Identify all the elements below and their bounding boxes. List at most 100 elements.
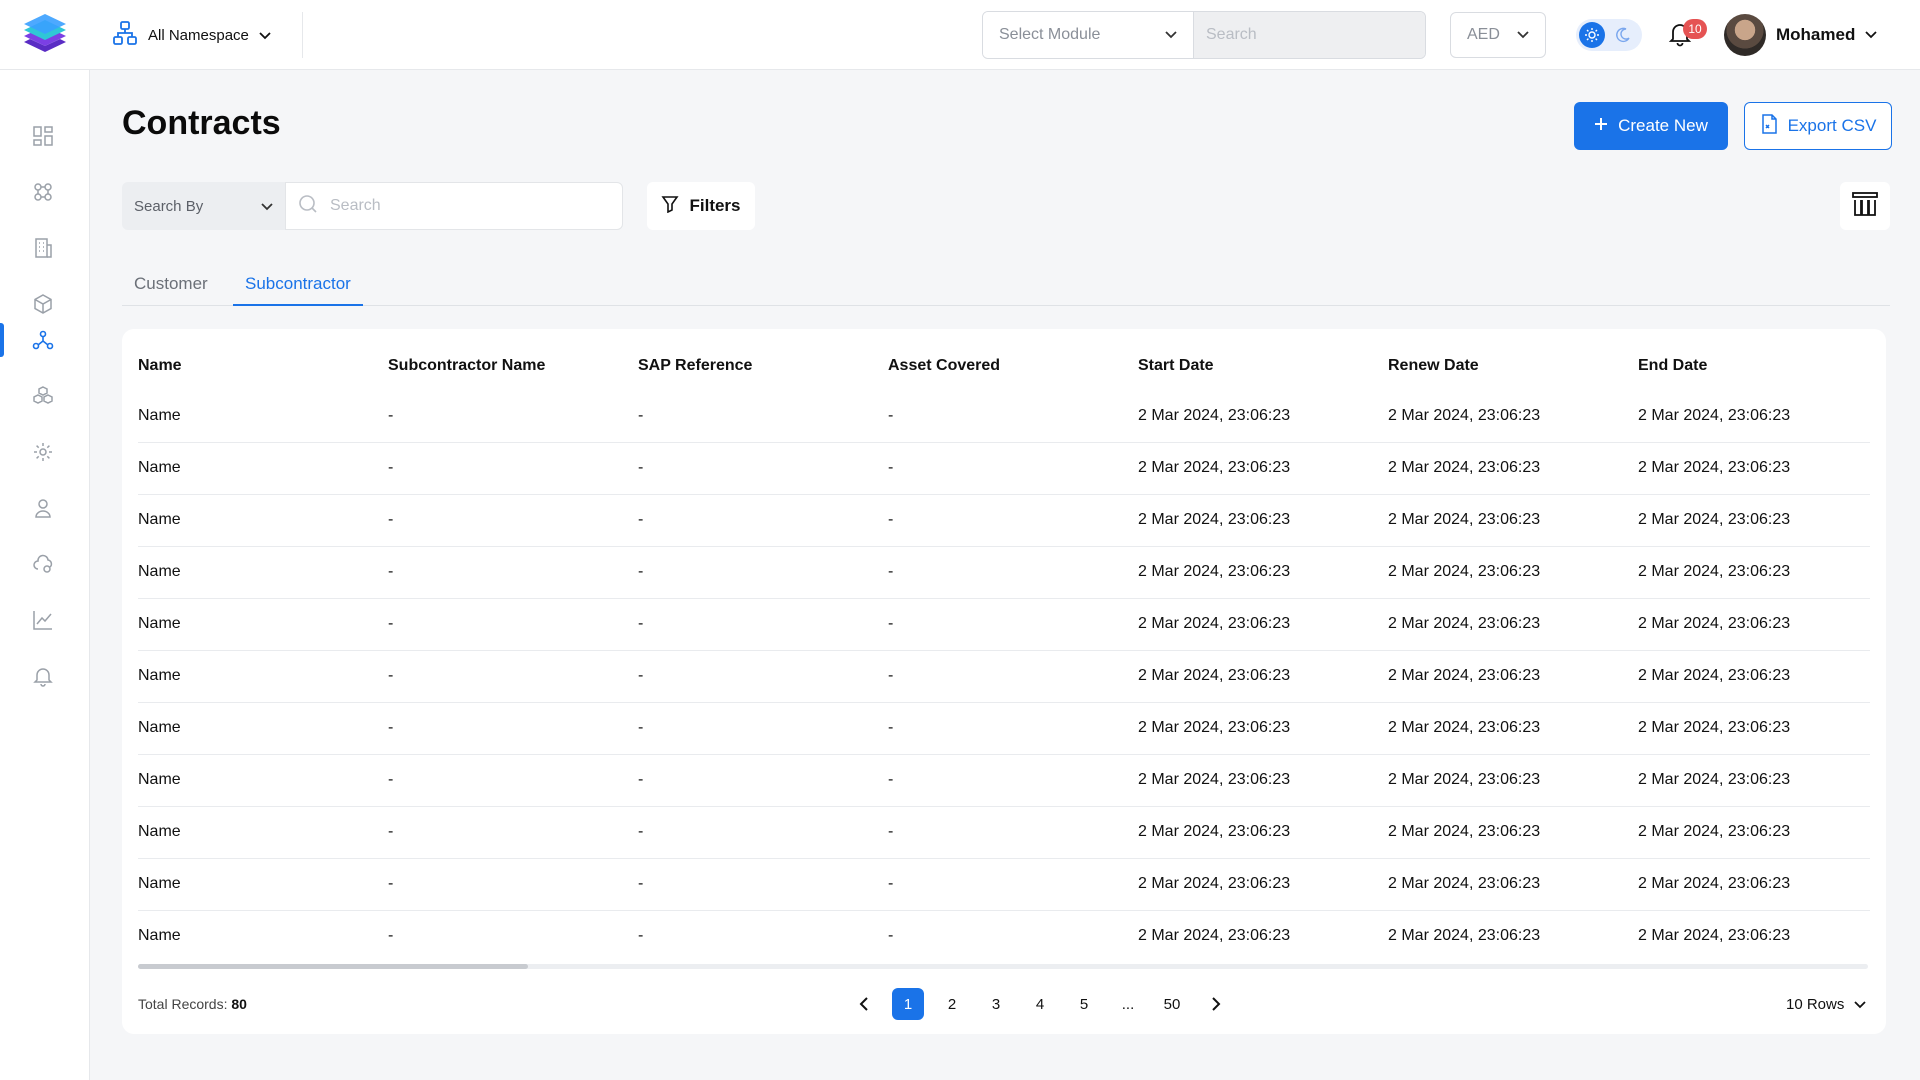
table-row[interactable]: Name - - - 2 Mar 2024, 23:06:23 2 Mar 2024, 2… [138,703,1870,755]
total-records-value: 80 [231,996,247,1012]
table-row[interactable]: Name - - - 2 Mar 2024, 23:06:23 2 Mar 2024, 2… [138,599,1870,651]
column-header-subcontractor-name[interactable]: Subcontractor Name [388,357,545,375]
cell-sap-reference: - [638,667,644,684]
column-settings-button[interactable] [1840,182,1890,230]
cell-subcontractor-name: - [388,771,394,788]
sidebar-item-contracts[interactable] [25,322,61,358]
search-input[interactable] [330,197,610,215]
cell-sap-reference: - [638,719,644,736]
sidebar-item-assets[interactable] [25,286,61,322]
sidebar-item-settings[interactable] [25,434,61,470]
cell-start-date: 2 Mar 2024, 23:06:23 [1138,875,1291,892]
building-icon [35,238,52,258]
cell-renew-date: 2 Mar 2024, 23:06:23 [1388,823,1541,840]
app-logo[interactable] [20,14,70,56]
chart-icon [33,611,52,630]
sidebar-item-buildings[interactable] [25,230,61,266]
cell-subcontractor-name: - [388,407,394,424]
columns-icon [1851,191,1879,222]
namespace-label: All Namespace [148,26,249,44]
sidebar-item-users[interactable] [25,490,61,526]
column-header-name[interactable]: Name [138,357,182,375]
currency-label: AED [1467,26,1500,43]
cell-renew-date: 2 Mar 2024, 23:06:23 [1388,563,1541,580]
sidebar-item-cloud[interactable] [25,546,61,582]
cell-start-date: 2 Mar 2024, 23:06:23 [1138,407,1291,424]
cell-start-date: 2 Mar 2024, 23:06:23 [1138,563,1291,580]
sidebar [0,70,90,1080]
pagination: 1 2 3 4 5... 50 [848,988,1232,1020]
cell-sap-reference: - [638,823,644,840]
avatar [1724,14,1766,56]
scrollbar-thumb[interactable] [138,964,528,969]
theme-toggle[interactable] [1576,19,1642,51]
cell-subcontractor-name: - [388,615,394,632]
sidebar-item-notifications[interactable] [25,658,61,694]
page-button[interactable]: 2 [936,988,968,1020]
cell-subcontractor-name: - [388,667,394,684]
chevron-down-icon [1165,26,1177,44]
horizontal-scrollbar[interactable] [138,964,1868,969]
dashboard-icon [33,126,53,146]
cell-start-date: 2 Mar 2024, 23:06:23 [1138,927,1291,944]
column-header-asset-covered[interactable]: Asset Covered [888,357,1000,375]
column-header-end-date[interactable]: End Date [1638,357,1707,375]
page-button[interactable]: 5 [1068,988,1100,1020]
cell-renew-date: 2 Mar 2024, 23:06:23 [1388,927,1541,944]
page-button[interactable]: 50 [1156,988,1188,1020]
cell-name: Name [138,719,181,736]
table-row[interactable]: Name - - - 2 Mar 2024, 23:06:23 2 Mar 2024, 2… [138,807,1870,859]
column-header-sap-reference[interactable]: SAP Reference [638,357,752,375]
cell-asset-covered: - [888,719,894,736]
cell-name: Name [138,875,181,892]
table-row[interactable]: Name - - - 2 Mar 2024, 23:06:23 2 Mar 2024, 2… [138,755,1870,807]
table-row[interactable]: Name - - - 2 Mar 2024, 23:06:23 2 Mar 2024, 2… [138,651,1870,703]
sidebar-item-dashboard[interactable] [25,118,61,154]
total-records: Total Records: 80 [138,996,247,1012]
contracts-table-card: Name Subcontractor Name SAP Reference As… [122,329,1886,1034]
page-button[interactable]: 1 [892,988,924,1020]
table-row[interactable]: Name - - - 2 Mar 2024, 23:06:23 2 Mar 2024, 2… [138,547,1870,599]
chevron-left-icon [859,997,868,1011]
namespace-selector[interactable]: All Namespace [112,20,271,50]
table-row[interactable]: Name - - - 2 Mar 2024, 23:06:23 2 Mar 2024, 2… [138,859,1870,911]
cell-end-date: 2 Mar 2024, 23:06:23 [1638,459,1791,476]
namespace-icon [112,20,138,50]
plus-icon [1594,116,1608,136]
table-row[interactable]: Name - - - 2 Mar 2024, 23:06:23 2 Mar 2024, 2… [138,391,1870,443]
sidebar-item-inventory[interactable] [25,378,61,414]
sidebar-item-modules[interactable] [25,174,61,210]
chevron-down-icon [259,27,271,44]
contract-tabs: Customer Subcontractor [122,266,1890,306]
cell-end-date: 2 Mar 2024, 23:06:23 [1638,615,1791,632]
cell-end-date: 2 Mar 2024, 23:06:23 [1638,927,1791,944]
column-header-renew-date[interactable]: Renew Date [1388,357,1479,375]
module-select[interactable]: Select Module [983,12,1194,58]
page-button[interactable]: 3 [980,988,1012,1020]
export-csv-button[interactable]: Export CSV [1744,102,1892,150]
tab-subcontractor[interactable]: Subcontractor [233,266,363,306]
chevron-right-icon [1212,997,1221,1011]
table-row[interactable]: Name - - - 2 Mar 2024, 23:06:23 2 Mar 2024, 2… [138,495,1870,547]
currency-select[interactable]: AED [1450,12,1546,58]
table-row[interactable]: Name - - - 2 Mar 2024, 23:06:23 2 Mar 2024, 2… [138,443,1870,495]
table-row[interactable]: Name - - - 2 Mar 2024, 23:06:23 2 Mar 2024, 2… [138,911,1870,963]
module-select-label: Select Module [999,26,1101,43]
rows-per-page-select[interactable]: 10 Rows [1786,996,1866,1013]
previous-page-button[interactable] [848,988,880,1020]
cell-end-date: 2 Mar 2024, 23:06:23 [1638,719,1791,736]
cell-asset-covered: - [888,823,894,840]
next-page-button[interactable] [1200,988,1232,1020]
module-search-input[interactable] [1194,12,1425,58]
tab-customer[interactable]: Customer [122,266,220,306]
cell-renew-date: 2 Mar 2024, 23:06:23 [1388,459,1541,476]
search-by-select[interactable]: Search By [122,182,285,230]
sidebar-item-reports[interactable] [25,602,61,638]
filters-button[interactable]: Filters [647,182,755,230]
column-header-start-date[interactable]: Start Date [1138,357,1214,375]
page-button[interactable]: 4 [1024,988,1056,1020]
user-name: Mohamed [1776,25,1856,44]
user-menu[interactable]: Mohamed [1724,14,1877,56]
create-new-button[interactable]: Create New [1574,102,1728,150]
cell-end-date: 2 Mar 2024, 23:06:23 [1638,771,1791,788]
